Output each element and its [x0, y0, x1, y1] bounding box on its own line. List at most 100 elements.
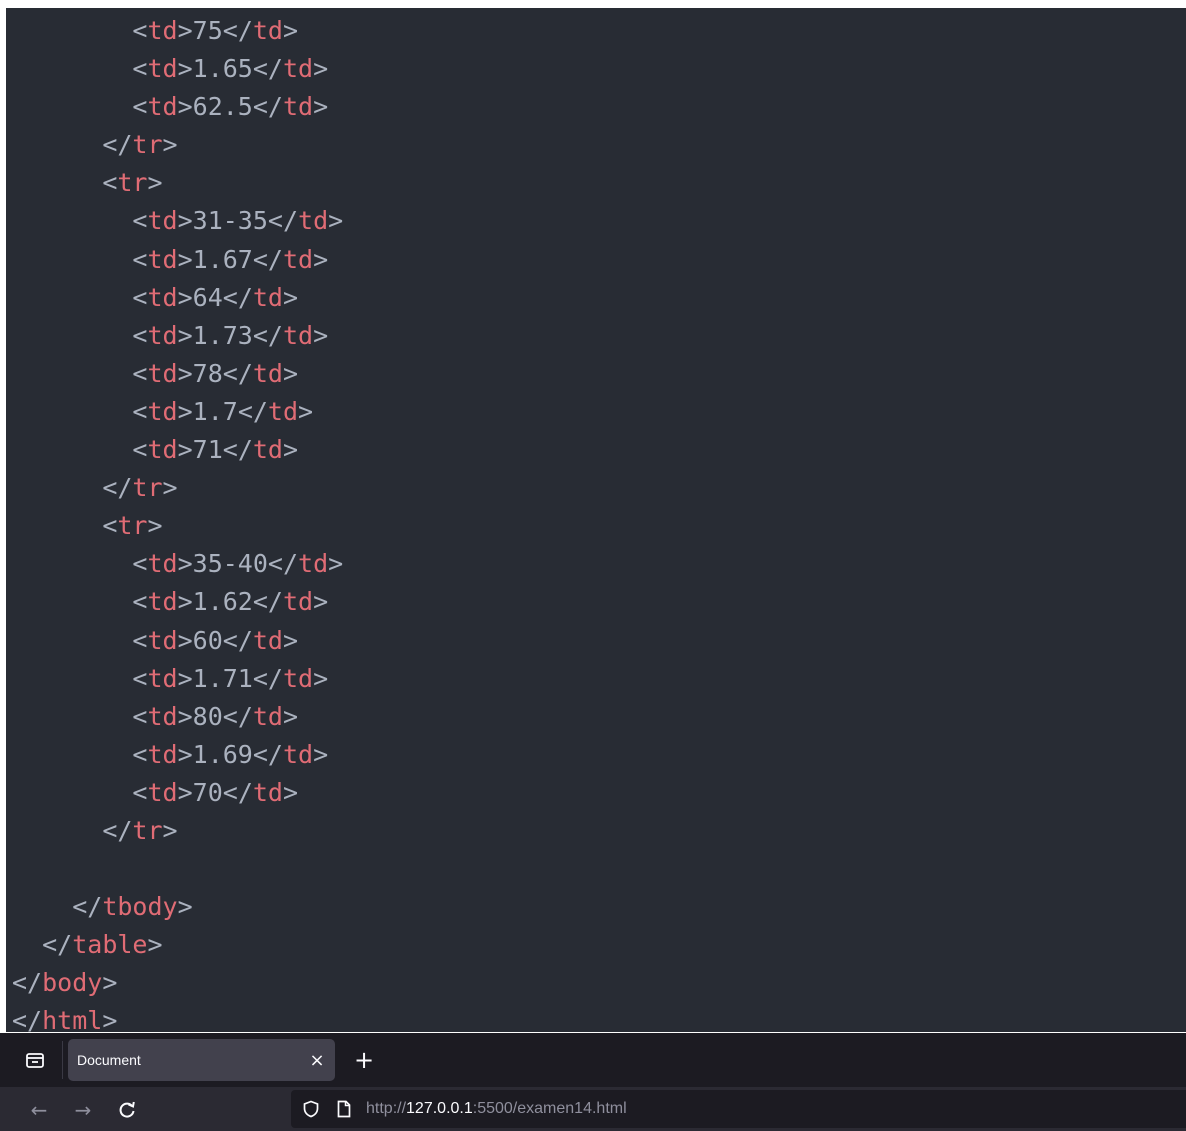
- tag-bracket: </: [222, 625, 253, 655]
- tag-bracket: >: [147, 168, 163, 198]
- tag-name: td: [147, 701, 178, 731]
- tag-name: td: [282, 320, 314, 350]
- tag-content: 70: [192, 777, 223, 807]
- tag-bracket: >: [102, 968, 118, 998]
- tag-bracket: >: [162, 815, 178, 845]
- tag-name: td: [252, 16, 283, 45]
- code-line: <td>1.62</td>: [12, 583, 343, 621]
- shield-icon[interactable]: [302, 1100, 320, 1118]
- tag-bracket: >: [162, 473, 178, 503]
- code-editor[interactable]: <td>75</td> <td>1.65</td> <td>62.5</td> …: [6, 8, 1186, 1032]
- tag-bracket: <: [132, 206, 148, 236]
- tag-name: html: [42, 1006, 103, 1032]
- tag-bracket: </: [42, 930, 73, 960]
- tag-name: td: [252, 625, 283, 655]
- reload-icon: [119, 1101, 135, 1118]
- tag-content: 75: [192, 16, 223, 45]
- tag-bracket: </: [222, 282, 253, 312]
- tag-content: 1.7: [192, 396, 238, 426]
- tag-bracket: >: [313, 320, 329, 350]
- tag-bracket: </: [252, 587, 283, 617]
- code-line: </table>: [12, 926, 343, 964]
- code-line: </tbody>: [12, 888, 343, 926]
- code-line: <td>78</td>: [12, 355, 343, 393]
- tag-bracket: </: [102, 473, 133, 503]
- tag-bracket: >: [282, 777, 299, 807]
- tab-bar: Document × +: [0, 1033, 1186, 1087]
- new-tab-button[interactable]: +: [350, 1045, 378, 1075]
- tab-document[interactable]: Document ×: [68, 1039, 335, 1081]
- tag-bracket: </: [237, 396, 268, 426]
- tag-bracket: <: [132, 320, 148, 350]
- tag-bracket: >: [177, 892, 193, 922]
- tag-bracket: </: [267, 549, 299, 579]
- tag-bracket: >: [313, 663, 329, 693]
- tag-name: table: [72, 930, 148, 960]
- tag-bracket: >: [177, 663, 193, 693]
- tag-content: 1.67: [192, 244, 253, 274]
- page-icon[interactable]: [336, 1100, 352, 1118]
- tag-bracket: </: [222, 16, 253, 45]
- tag-bracket: >: [177, 54, 193, 84]
- tag-content: 60: [192, 625, 223, 655]
- tag-name: td: [298, 549, 329, 579]
- tag-name: td: [252, 435, 283, 465]
- tag-name: td: [147, 92, 178, 122]
- tag-bracket: >: [177, 739, 193, 769]
- forward-button[interactable]: →: [68, 1095, 98, 1125]
- tag-bracket: <: [132, 625, 148, 655]
- tag-name: td: [282, 54, 314, 84]
- tag-bracket: >: [177, 396, 193, 426]
- tag-bracket: <: [132, 587, 148, 617]
- tag-bracket: >: [177, 587, 193, 617]
- tag-bracket: >: [177, 777, 193, 807]
- tag-bracket: <: [132, 396, 148, 426]
- tag-bracket: >: [328, 206, 344, 236]
- tag-content: 71: [192, 435, 223, 465]
- tag-bracket: >: [177, 206, 193, 236]
- tag-bracket: </: [102, 130, 133, 160]
- tag-name: td: [252, 777, 283, 807]
- tag-name: tr: [132, 815, 163, 845]
- tag-name: td: [252, 358, 283, 388]
- browser-chrome: Document × + ← → http://127.0.0.1:5500/e…: [0, 1033, 1186, 1131]
- code-line: <td>60</td>: [12, 622, 343, 660]
- tag-bracket: <: [132, 739, 148, 769]
- tag-bracket: </: [252, 54, 283, 84]
- back-button[interactable]: ←: [24, 1095, 54, 1125]
- code-line: <tr>: [12, 507, 343, 545]
- tag-bracket: </: [222, 777, 253, 807]
- tag-name: td: [147, 435, 178, 465]
- tag-name: td: [147, 739, 178, 769]
- tag-bracket: <: [132, 282, 148, 312]
- url-scheme: http://: [366, 1100, 407, 1117]
- tag-bracket: </: [222, 701, 253, 731]
- tag-name: td: [147, 549, 178, 579]
- tag-bracket: >: [282, 701, 299, 731]
- tag-bracket: </: [12, 1006, 43, 1032]
- tab-overview-button[interactable]: [20, 1047, 50, 1073]
- tag-bracket: >: [282, 358, 299, 388]
- forward-arrow-icon: →: [74, 1098, 92, 1122]
- code-line: <td>1.67</td>: [12, 241, 343, 279]
- code-line: <td>1.7</td>: [12, 393, 343, 431]
- tag-name: td: [147, 54, 178, 84]
- close-tab-button[interactable]: ×: [305, 1048, 329, 1072]
- tag-bracket: >: [177, 244, 193, 274]
- tag-name: td: [147, 625, 178, 655]
- tag-bracket: >: [282, 435, 299, 465]
- reload-button[interactable]: [112, 1095, 142, 1125]
- url-text[interactable]: http://127.0.0.1:5500/examen14.html: [366, 1090, 627, 1128]
- url-bar[interactable]: http://127.0.0.1:5500/examen14.html: [291, 1090, 1186, 1128]
- tag-bracket: <: [132, 701, 148, 731]
- code-line: </body>: [12, 964, 343, 1002]
- tag-bracket: </: [252, 244, 283, 274]
- tag-bracket: >: [313, 92, 329, 122]
